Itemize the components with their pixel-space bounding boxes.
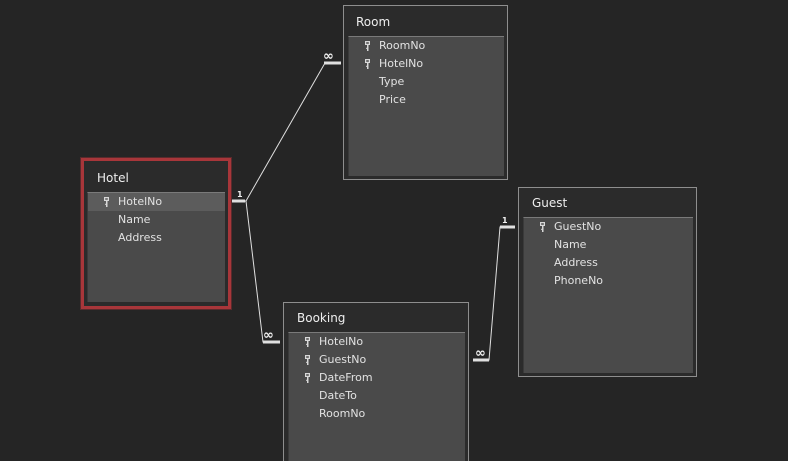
- relationship-hotel-booking[interactable]: [245, 200, 280, 344]
- booking-table-title: Booking: [297, 311, 346, 325]
- guest-booking-many-label: ∞: [475, 346, 486, 361]
- key-icon: [365, 59, 370, 69]
- field-name: GuestNo: [554, 220, 602, 233]
- booking-field-hotelno[interactable]: HotelNo: [289, 333, 465, 351]
- field-name: Address: [554, 256, 598, 269]
- field-name: DateFrom: [319, 371, 373, 384]
- guest-field-address[interactable]: Address: [524, 254, 693, 272]
- hotel-field-list[interactable]: HotelNo Name Address: [87, 192, 225, 302]
- hotel-field-hotelno[interactable]: HotelNo: [88, 193, 225, 211]
- hotel-table[interactable]: Hotel HotelNo Name Address: [80, 157, 232, 310]
- hotel-booking-many-label: ∞: [263, 328, 274, 343]
- booking-field-datefrom[interactable]: DateFrom: [289, 369, 465, 387]
- room-table-title: Room: [356, 15, 391, 29]
- field-name: Name: [118, 213, 151, 226]
- guest-table[interactable]: Guest GuestNo Name Address PhoneNo: [518, 187, 697, 377]
- guest-booking-one-label: 1: [502, 216, 508, 225]
- relationships-canvas[interactable]: 1 ∞ ∞ 1 ∞ Room RoomNo HotelNo Type Price…: [0, 0, 788, 461]
- room-field-roomno[interactable]: RoomNo: [349, 37, 504, 55]
- key-icon: [365, 41, 370, 51]
- field-name: Price: [379, 93, 406, 106]
- field-name: Name: [554, 238, 587, 251]
- booking-field-list[interactable]: HotelNo GuestNo DateFrom DateTo RoomNo: [288, 332, 465, 461]
- hotel-room-many-label: ∞: [323, 49, 334, 64]
- field-name: RoomNo: [379, 39, 426, 52]
- guest-field-name[interactable]: Name: [524, 236, 693, 254]
- key-icon: [540, 222, 545, 232]
- hotel-room-one-label: 1: [237, 190, 243, 199]
- room-field-type[interactable]: Type: [349, 73, 504, 91]
- booking-field-roomno[interactable]: RoomNo: [289, 405, 465, 423]
- field-name: GuestNo: [319, 353, 367, 366]
- relationship-guest-booking[interactable]: [473, 225, 515, 362]
- guest-field-guestno[interactable]: GuestNo: [524, 218, 693, 236]
- guest-field-phoneno[interactable]: PhoneNo: [524, 272, 693, 290]
- guest-table-title: Guest: [532, 196, 568, 210]
- key-icon: [305, 355, 310, 365]
- key-icon: [305, 373, 310, 383]
- field-name: HotelNo: [319, 335, 364, 348]
- field-name: PhoneNo: [554, 274, 604, 287]
- field-name: HotelNo: [118, 195, 163, 208]
- room-field-hotelno[interactable]: HotelNo: [349, 55, 504, 73]
- field-name: Type: [379, 75, 405, 88]
- key-icon: [305, 337, 310, 347]
- room-field-list[interactable]: RoomNo HotelNo Type Price: [348, 36, 504, 176]
- field-name: DateTo: [319, 389, 357, 402]
- booking-table[interactable]: Booking HotelNo GuestNo DateFrom DateTo …: [283, 302, 469, 461]
- booking-field-dateto[interactable]: DateTo: [289, 387, 465, 405]
- hotel-field-address[interactable]: Address: [88, 229, 225, 247]
- booking-field-guestno[interactable]: GuestNo: [289, 351, 465, 369]
- relationship-hotel-room[interactable]: [231, 61, 341, 203]
- hotel-table-title: Hotel: [97, 171, 129, 185]
- field-name: RoomNo: [319, 407, 366, 420]
- room-field-price[interactable]: Price: [349, 91, 504, 109]
- guest-field-list[interactable]: GuestNo Name Address PhoneNo: [523, 217, 693, 373]
- key-icon: [104, 197, 109, 207]
- hotel-field-name[interactable]: Name: [88, 211, 225, 229]
- field-name: Address: [118, 231, 162, 244]
- room-table[interactable]: Room RoomNo HotelNo Type Price: [343, 5, 508, 180]
- field-name: HotelNo: [379, 57, 424, 70]
